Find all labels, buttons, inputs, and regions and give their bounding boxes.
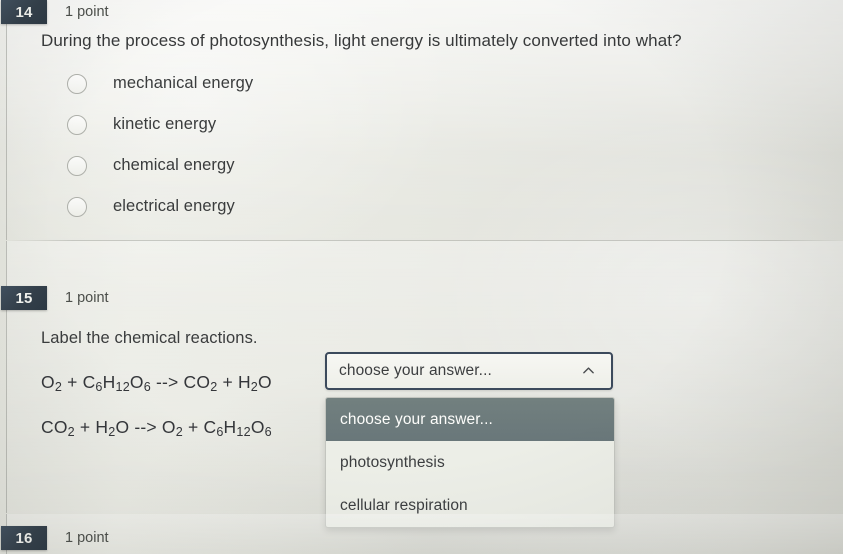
answer-choice-label: electrical energy: [113, 197, 235, 216]
answer-choice-chemical-energy[interactable]: chemical energy: [41, 145, 833, 186]
question-points-15: 1 point: [65, 290, 109, 306]
select-option-photosynthesis[interactable]: photosynthesis: [326, 441, 614, 484]
answer-choice-label: mechanical energy: [113, 74, 254, 93]
answer-select-menu: choose your answer... photosynthesis cel…: [325, 397, 615, 528]
answer-choice-list-14: mechanical energy kinetic energy chemica…: [41, 63, 833, 227]
radio-button-icon[interactable]: [67, 196, 87, 217]
answer-choice-kinetic-energy[interactable]: kinetic energy: [41, 104, 833, 145]
question-prompt-14: During the process of photosynthesis, li…: [41, 31, 682, 50]
answer-select-button[interactable]: choose your answer...: [325, 352, 613, 390]
question-card-14: 14 1 point During the process of photosy…: [1, 0, 843, 240]
question-header-15: 15 1 point: [1, 286, 109, 310]
question-prompt-15: Label the chemical reactions.: [41, 329, 258, 347]
radio-button-icon[interactable]: [67, 114, 87, 135]
answer-select-value: choose your answer...: [339, 362, 492, 379]
chemical-equation-2: CO2 + H2O --> O2 + C6H12O6: [41, 416, 272, 439]
radio-button-icon[interactable]: [67, 73, 87, 94]
quiz-screen: 14 1 point During the process of photosy…: [0, 0, 843, 554]
question-points-14: 1 point: [65, 4, 109, 20]
chemical-equation-1: O2 + C6H12O6 --> CO2 + H2O: [41, 371, 272, 394]
answer-choice-label: chemical energy: [113, 156, 235, 175]
question-number-badge-15: 15: [1, 286, 47, 310]
answer-select-row-1: choose your answer... choose your answer…: [325, 352, 615, 528]
question-header-16: 16 1 point: [1, 526, 109, 550]
radio-button-icon[interactable]: [67, 155, 87, 176]
select-option-choose-your-answer[interactable]: choose your answer...: [326, 398, 614, 441]
answer-choice-label: kinetic energy: [113, 115, 217, 134]
answer-choice-electrical-energy[interactable]: electrical energy: [41, 186, 833, 227]
question-number-badge-16: 16: [1, 526, 47, 550]
question-points-16: 1 point: [65, 530, 109, 546]
chevron-up-icon[interactable]: [582, 364, 595, 377]
question-card-16: 16 1 point: [1, 514, 843, 554]
answer-choice-mechanical-energy[interactable]: mechanical energy: [41, 63, 833, 104]
question-body-14: During the process of photosynthesis, li…: [41, 30, 833, 227]
question-header-14: 14 1 point: [1, 0, 109, 24]
question-number-badge-14: 14: [1, 0, 47, 24]
